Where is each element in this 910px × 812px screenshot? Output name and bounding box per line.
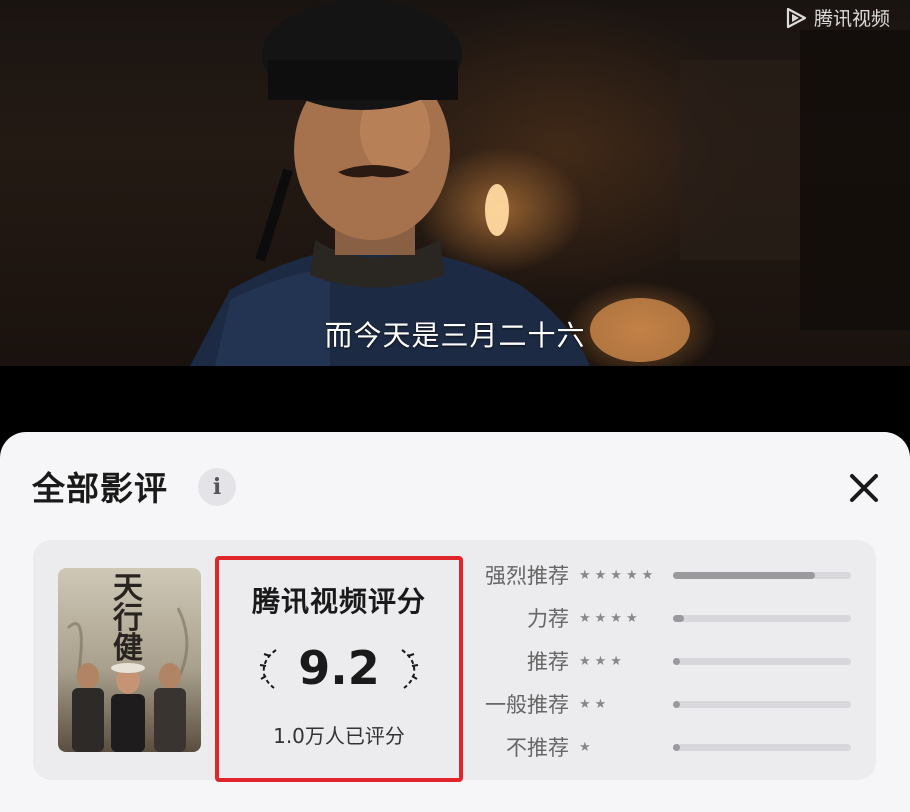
breakdown-bar — [673, 700, 851, 708]
breakdown-bar-fill — [673, 614, 684, 622]
breakdown-bar-fill — [673, 700, 681, 708]
rating-card: 天行健 腾讯视频评分 9.2 1.0万人已评分 强烈推荐 ★★★★★ 力荐 ★★… — [33, 540, 876, 782]
video-frame — [190, 0, 910, 366]
breakdown-bar — [673, 743, 851, 751]
breakdown-label: 一般推荐 — [485, 693, 569, 717]
score-row: 9.2 — [219, 640, 459, 696]
breakdown-bar — [673, 614, 851, 622]
score-highlight-box: 腾讯视频评分 9.2 1.0万人已评分 — [215, 556, 463, 782]
close-icon[interactable] — [844, 468, 884, 508]
breakdown-label: 力荐 — [527, 607, 569, 631]
breakdown-bar-fill — [673, 571, 816, 579]
breakdown-row: 一般推荐 ★★ — [473, 689, 851, 719]
laurel-right-icon — [401, 649, 418, 689]
star-icons: ★★★★ — [579, 610, 642, 626]
rater-count: 1.0万人已评分 — [273, 724, 405, 748]
breakdown-label: 推荐 — [527, 650, 569, 674]
breakdown-bar-fill — [673, 743, 681, 751]
tencent-video-logo-icon — [786, 7, 807, 28]
info-icon[interactable]: i — [198, 468, 236, 506]
breakdown-bar — [673, 657, 851, 665]
video-subtitle: 而今天是三月二十六 — [324, 319, 586, 352]
video-letterbox — [0, 366, 910, 436]
drama-poster[interactable]: 天行健 — [58, 568, 201, 752]
poster-title: 天行健 — [113, 571, 143, 666]
tencent-video-watermark: 腾讯视频 — [784, 4, 890, 31]
breakdown-label: 不推荐 — [506, 736, 569, 760]
score-value: 9.2 — [298, 641, 380, 695]
breakdown-row: 推荐 ★★★ — [473, 646, 851, 676]
reviews-sheet: 全部影评 i 天行健 腾讯视频评分 9.2 1.0万人已评分 强烈推荐 ★★★★… — [0, 432, 910, 812]
laurel-left-icon — [260, 649, 277, 689]
brand-label: 腾讯视频 — [813, 8, 890, 30]
video-player[interactable]: 腾讯视频 而今天是三月二十六 — [0, 0, 910, 366]
sheet-title: 全部影评 — [32, 469, 168, 508]
breakdown-bar — [673, 571, 851, 579]
breakdown-label: 强烈推荐 — [485, 564, 569, 588]
star-icons: ★★★ — [579, 653, 626, 669]
breakdown-row: 强烈推荐 ★★★★★ — [473, 560, 851, 590]
breakdown-row: 力荐 ★★★★ — [473, 603, 851, 633]
star-icons: ★★ — [579, 696, 611, 712]
star-icons: ★★★★★ — [579, 567, 658, 583]
star-icons: ★ — [579, 739, 595, 755]
score-label: 腾讯视频评分 — [251, 585, 426, 618]
breakdown-row: 不推荐 ★ — [473, 732, 851, 762]
breakdown-bar-fill — [673, 657, 681, 665]
